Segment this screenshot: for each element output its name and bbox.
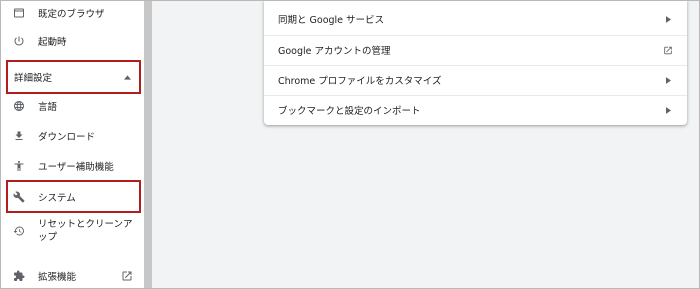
caret-up-icon xyxy=(123,73,131,81)
sidebar-item-label: 言語 xyxy=(38,102,58,113)
you-and-google-card: 同期と Google サービス Google アカウントの管理 Chrome プ… xyxy=(264,1,687,125)
restore-icon xyxy=(12,224,26,238)
external-link-icon xyxy=(663,45,673,55)
sidebar-scrollbar[interactable] xyxy=(144,1,152,288)
sidebar-item-label: リセットとクリーンアップ xyxy=(38,219,133,243)
row-label: 同期と Google サービス xyxy=(278,15,385,26)
row-sync-google-services[interactable]: 同期と Google サービス xyxy=(264,4,687,34)
advanced-section-label: 詳細設定 xyxy=(14,73,53,84)
sidebar-item-languages[interactable]: 言語 xyxy=(1,96,144,116)
sidebar-item-on-startup[interactable]: 起動時 xyxy=(1,31,144,51)
puzzle-icon xyxy=(12,269,26,283)
main-content: 同期と Google サービス Google アカウントの管理 Chrome プ… xyxy=(152,1,699,288)
accessibility-icon xyxy=(12,159,26,173)
download-icon xyxy=(12,129,26,143)
sidebar-item-label: ユーザー補助機能 xyxy=(38,162,114,173)
row-label: ブックマークと設定のインポート xyxy=(278,106,421,117)
sidebar-item-reset[interactable]: リセットとクリーンアップ xyxy=(1,217,144,245)
sidebar: 既定のブラウザ 起動時 詳細設定 言語 ダウンロード ユーザー補助機能 システム… xyxy=(1,1,144,288)
sidebar-item-default-browser[interactable]: 既定のブラウザ xyxy=(1,3,144,23)
wrench-icon xyxy=(12,190,26,204)
sidebar-item-extensions[interactable]: 拡張機能 xyxy=(1,266,144,286)
sidebar-item-label: システム xyxy=(38,193,76,204)
sidebar-item-label: 拡張機能 xyxy=(38,272,77,283)
browser-window-icon xyxy=(12,6,26,20)
sidebar-item-accessibility[interactable]: ユーザー補助機能 xyxy=(1,156,144,176)
sidebar-item-system[interactable]: システム xyxy=(1,187,144,207)
row-customize-chrome-profile[interactable]: Chrome プロファイルをカスタマイズ xyxy=(264,65,687,95)
row-label: Chrome プロファイルをカスタマイズ xyxy=(278,76,442,87)
sidebar-item-label: 既定のブラウザ xyxy=(38,9,105,20)
row-import-bookmarks-settings[interactable]: ブックマークと設定のインポート xyxy=(264,95,687,125)
row-label: Google アカウントの管理 xyxy=(278,46,391,57)
globe-icon xyxy=(12,99,26,113)
chevron-right-icon xyxy=(663,105,673,115)
sidebar-item-label: 起動時 xyxy=(38,37,67,48)
sidebar-item-downloads[interactable]: ダウンロード xyxy=(1,126,144,146)
external-link-icon xyxy=(121,270,133,282)
sidebar-item-label: ダウンロード xyxy=(38,132,96,143)
power-icon xyxy=(12,34,26,48)
row-manage-google-account[interactable]: Google アカウントの管理 xyxy=(264,35,687,65)
advanced-section-toggle[interactable]: 詳細設定 xyxy=(6,60,141,94)
chevron-right-icon xyxy=(663,14,673,24)
chevron-right-icon xyxy=(663,75,673,85)
